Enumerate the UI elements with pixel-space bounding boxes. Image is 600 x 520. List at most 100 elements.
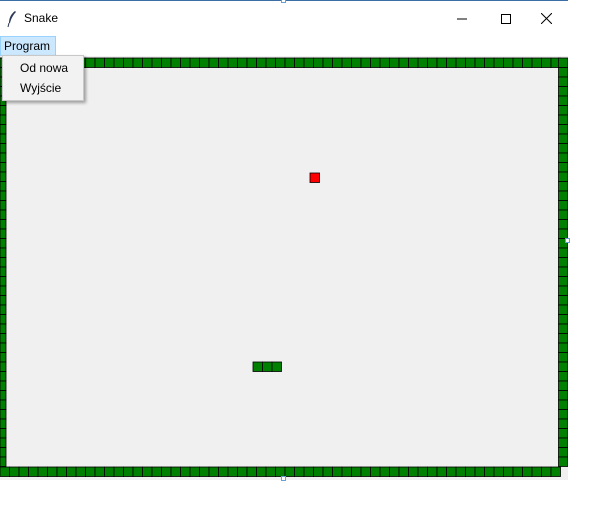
wall-segment (550, 466, 561, 477)
game-board (0, 57, 568, 477)
wall-segment (0, 285, 7, 296)
wall-segment (0, 171, 7, 182)
wall-segment (558, 171, 568, 182)
wall-segment (0, 228, 7, 239)
wall-segment (237, 57, 248, 68)
wall-segment (558, 323, 568, 334)
wall-segment (360, 466, 371, 477)
wall-segment (436, 466, 447, 477)
wall-segment (541, 466, 552, 477)
snake-segment (252, 361, 263, 372)
wall-segment (558, 314, 568, 325)
wall-segment (558, 219, 568, 230)
wall-segment (360, 57, 371, 68)
wall-segment (47, 466, 58, 477)
menu-item-new-game[interactable]: Od nowa (3, 58, 83, 78)
wall-segment (0, 456, 7, 467)
wall-segment (0, 276, 7, 287)
wall-segment (303, 57, 314, 68)
wall-segment (558, 447, 568, 458)
wall-segment (417, 57, 428, 68)
food (309, 172, 320, 183)
wall-segment (0, 380, 7, 391)
wall-segment (558, 266, 568, 277)
wall-segment (0, 428, 7, 439)
wall-segment (0, 105, 7, 116)
wall-segment (503, 57, 514, 68)
wall-segment (558, 333, 568, 344)
game-canvas[interactable] (0, 56, 568, 480)
wall-segment (0, 333, 7, 344)
app-window: Snake Program (0, 0, 570, 481)
wall-segment (227, 57, 238, 68)
wall-segment (0, 437, 7, 448)
wall-segment (0, 190, 7, 201)
wall-segment (294, 466, 305, 477)
wall-segment (0, 181, 7, 192)
wall-segment (18, 466, 29, 477)
wall-segment (0, 124, 7, 135)
wall-segment (313, 57, 324, 68)
wall-segment (398, 57, 409, 68)
minimize-button[interactable] (440, 1, 484, 36)
wall-segment (558, 342, 568, 353)
wall-segment (379, 466, 390, 477)
resize-handle-top[interactable] (281, 0, 286, 3)
wall-segment (455, 466, 466, 477)
menu-item-exit[interactable]: Wyjście (3, 78, 83, 98)
wall-segment (558, 409, 568, 420)
maximize-button[interactable] (484, 1, 528, 36)
wall-segment (113, 466, 124, 477)
wall-segment (351, 57, 362, 68)
wall-segment (558, 95, 568, 106)
wall-segment (0, 247, 7, 258)
title-bar[interactable]: Snake (0, 1, 568, 36)
wall-segment (512, 466, 523, 477)
wall-segment (558, 295, 568, 306)
wall-segment (0, 418, 7, 429)
wall-segment (493, 57, 504, 68)
wall-segment (503, 466, 514, 477)
wall-segment (180, 57, 191, 68)
wall-segment (284, 466, 295, 477)
wall-segment (558, 352, 568, 363)
wall-segment (558, 437, 568, 448)
wall-segment (446, 57, 457, 68)
wall-segment (85, 57, 96, 68)
wall-segment (113, 57, 124, 68)
wall-segment (303, 466, 314, 477)
wall-segment (218, 466, 229, 477)
wall-segment (558, 105, 568, 116)
wall-segment (170, 57, 181, 68)
wall-segment (389, 57, 400, 68)
resize-handle-bottom[interactable] (281, 476, 286, 481)
wall-segment (0, 257, 7, 268)
close-button[interactable] (524, 1, 568, 36)
resize-handle-right[interactable] (565, 238, 570, 243)
wall-segment (408, 57, 419, 68)
wall-segment (0, 304, 7, 315)
wall-segment (558, 399, 568, 410)
wall-segment (417, 466, 428, 477)
wall-segment (0, 266, 7, 277)
wall-segment (522, 57, 533, 68)
wall-segment (427, 57, 438, 68)
wall-segment (0, 295, 7, 306)
wall-segment (227, 466, 238, 477)
wall-segment (208, 466, 219, 477)
wall-segment (199, 57, 210, 68)
wall-segment (558, 247, 568, 258)
wall-segment (94, 466, 105, 477)
wall-segment (189, 57, 200, 68)
wall-segment (189, 466, 200, 477)
wall-segment (558, 57, 568, 68)
wall-segment (332, 57, 343, 68)
wall-segment (389, 466, 400, 477)
wall-segment (558, 152, 568, 163)
wall-segment (322, 57, 333, 68)
wall-segment (284, 57, 295, 68)
wall-segment (0, 352, 7, 363)
wall-segment (558, 456, 568, 467)
menu-program[interactable]: Program (0, 36, 57, 56)
wall-segment (0, 314, 7, 325)
